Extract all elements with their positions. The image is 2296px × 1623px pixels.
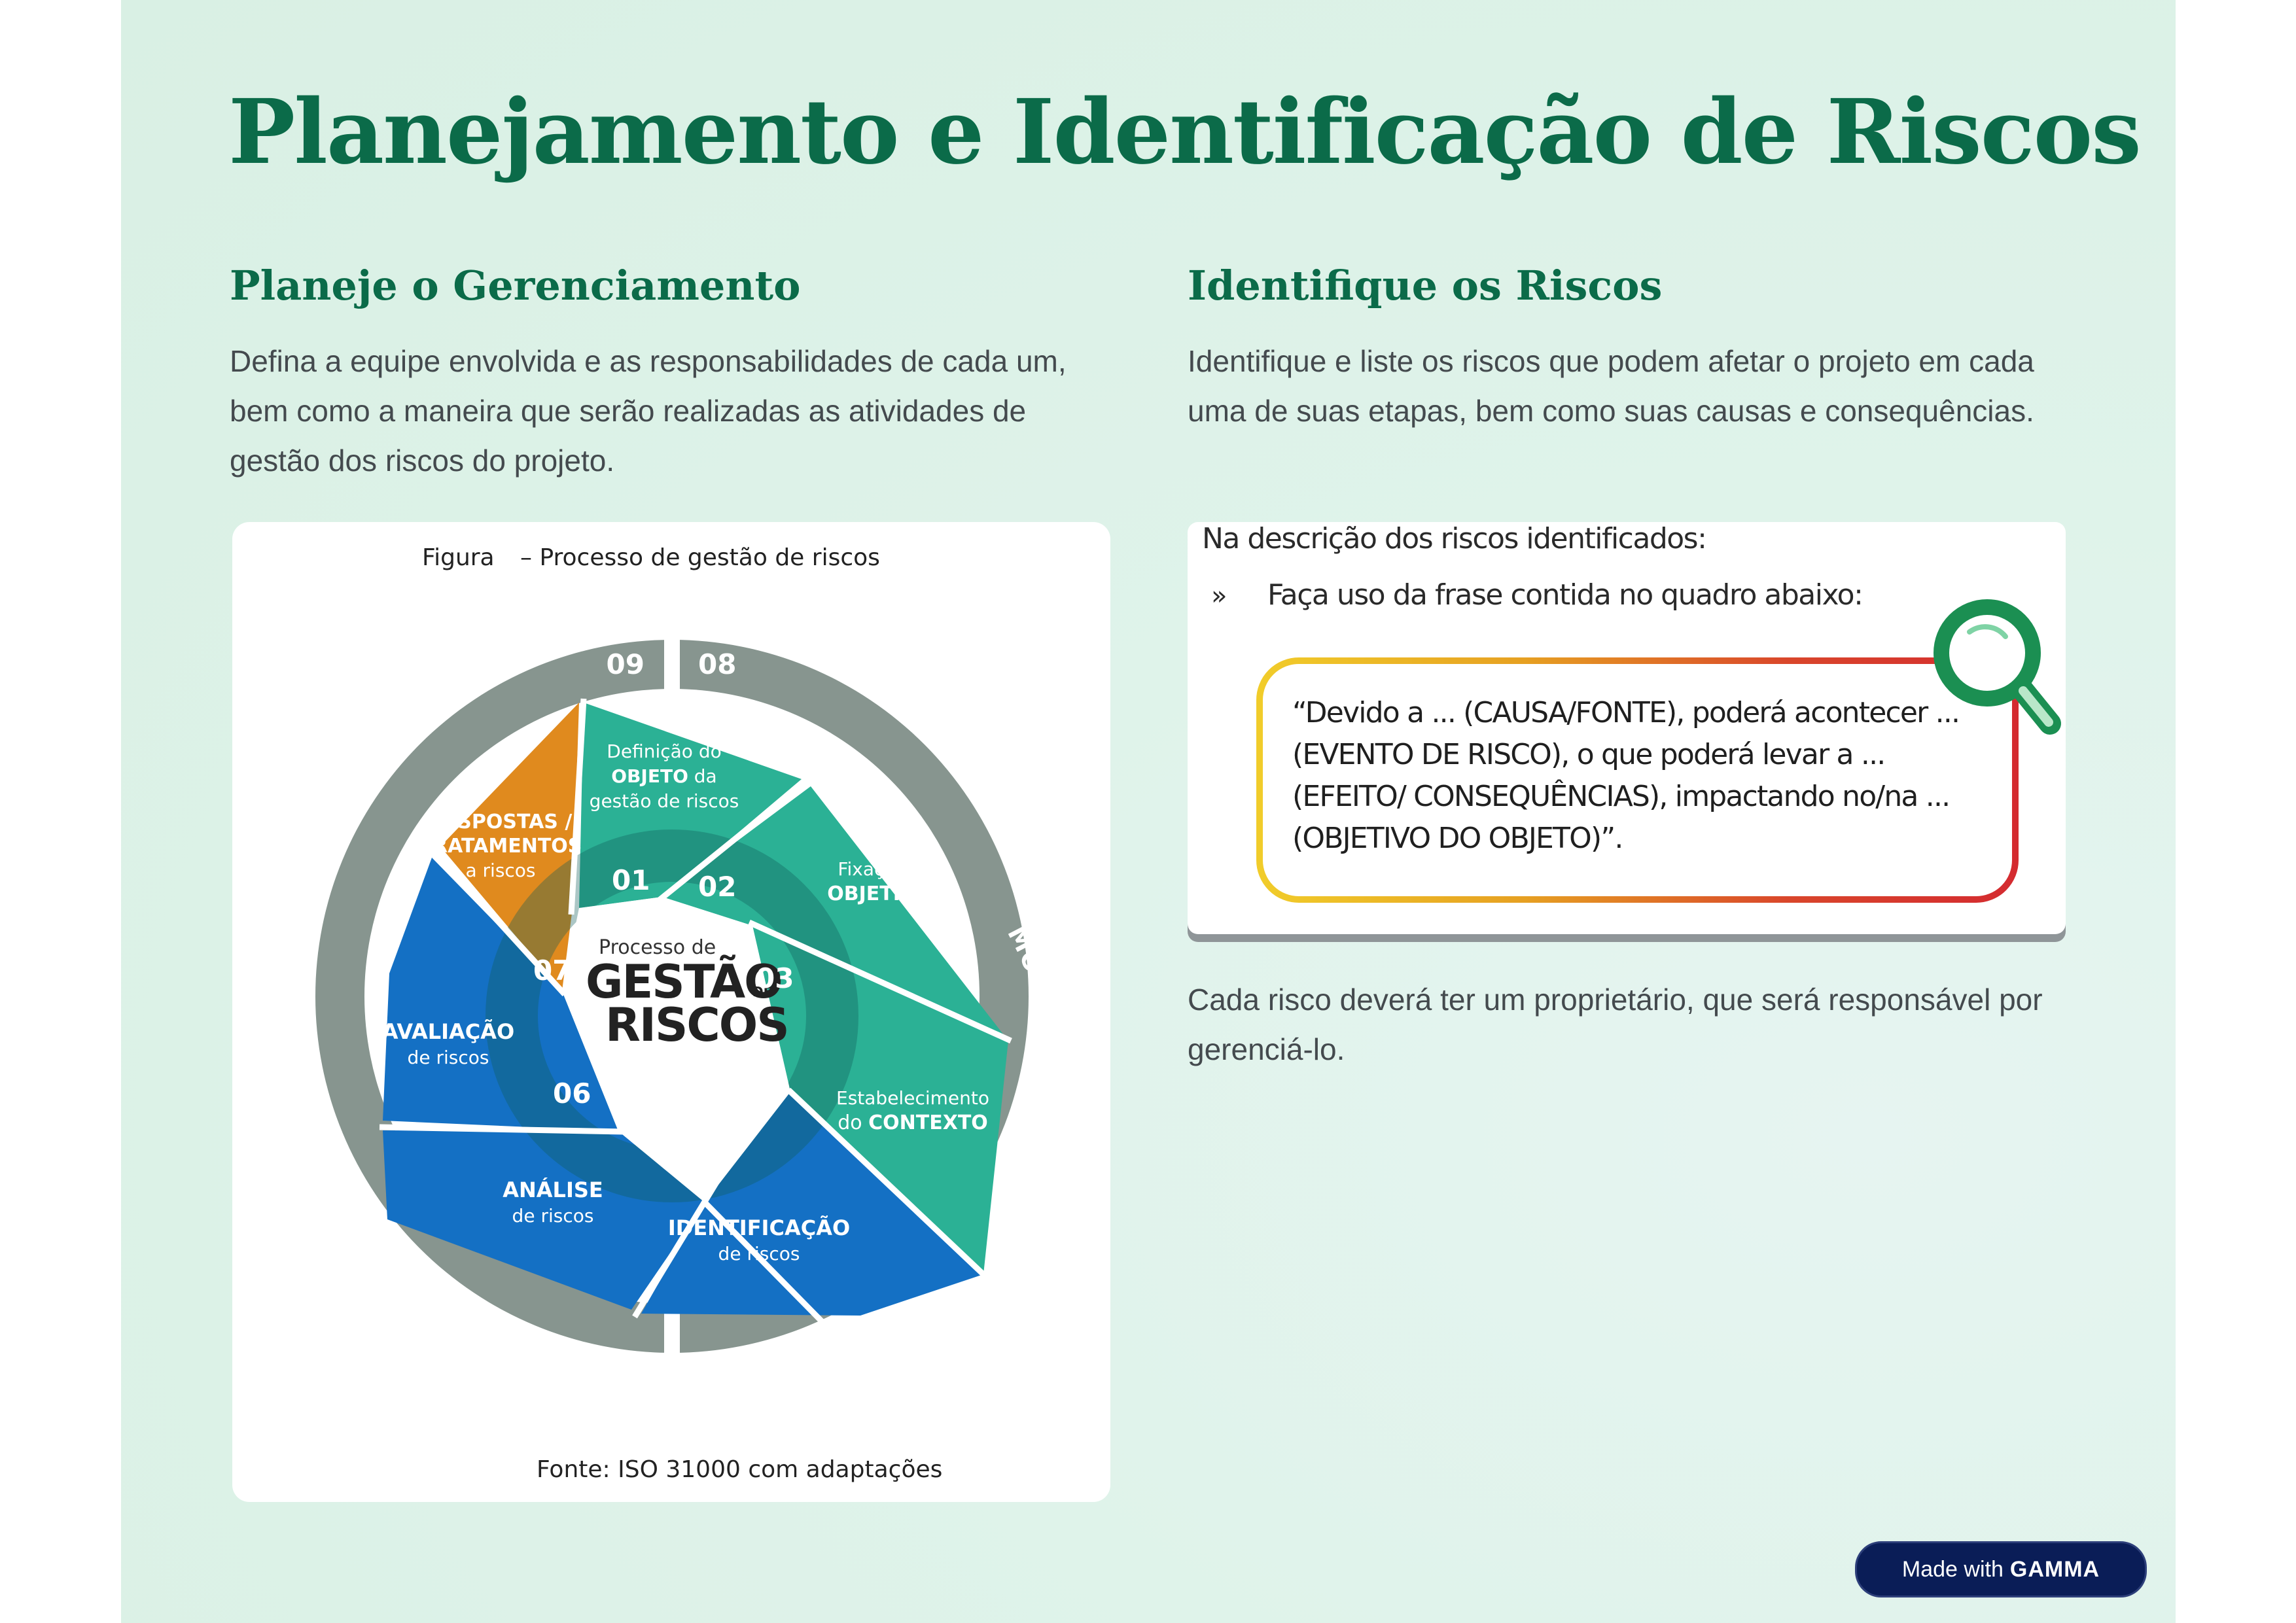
step-07-line1: RESPOSTAS / xyxy=(429,811,573,833)
figure-source: Fonte: ISO 31000 com adaptações xyxy=(537,1456,942,1483)
figure-caption-prefix: Figura xyxy=(422,544,495,571)
step-number-04: 04 xyxy=(736,1089,774,1121)
badge-brand: GAMMA xyxy=(2009,1556,2100,1582)
step-01-line1: Definição do xyxy=(607,741,721,762)
risk-quote: “Devido a ... (CAUSA/FONTE), poderá acon… xyxy=(1292,696,1960,855)
figure-caption: – Processo de gestão de riscos xyxy=(520,544,880,571)
step-02-line1: Fixação de xyxy=(838,858,935,880)
step-number-03: 03 xyxy=(756,962,794,994)
risk-process-diagram: Figura – Processo de gestão de riscos IN… xyxy=(232,522,1073,1483)
step-07-line2: TRATAMENTOS xyxy=(419,835,582,858)
step-05-line1: ANÁLISE xyxy=(503,1178,603,1202)
slide: Planejamento e Identificação de Riscos P… xyxy=(121,0,2176,1623)
step-number-01: 01 xyxy=(612,864,650,896)
step-01-line2: OBJETO da xyxy=(611,765,716,787)
made-with-gamma-badge[interactable]: Made with GAMMA xyxy=(1855,1541,2147,1597)
step-number-02: 02 xyxy=(698,871,736,903)
step-04-line2: de riscos xyxy=(718,1243,800,1265)
step-05-line2: de riscos xyxy=(512,1205,594,1227)
ring-number-08: 08 xyxy=(698,648,736,680)
center-label-bottom: RISCOS xyxy=(605,998,788,1052)
left-paragraph: Defina a equipe envolvida e as responsab… xyxy=(230,344,1067,478)
step-number-07: 07 xyxy=(533,954,571,986)
risk-process-figure: Figura – Processo de gestão de riscos IN… xyxy=(232,522,1110,1502)
step-02-line2: OBJETIVOS xyxy=(827,882,945,905)
step-03-line1: Estabelecimento xyxy=(836,1087,989,1109)
badge-prefix: Made with xyxy=(1901,1556,2004,1582)
owner-paragraph: Cada risco deverá ter um proprietário, q… xyxy=(1188,983,2043,1066)
left-heading: Planeje o Gerenciamento xyxy=(230,262,801,309)
step-03-line2: do CONTEXTO xyxy=(838,1111,988,1134)
step-01-line3: gestão de riscos xyxy=(590,790,739,812)
right-paragraph: Identifique e liste os riscos que podem … xyxy=(1188,344,2034,428)
page-title: Planejamento e Identificação de Riscos xyxy=(228,80,2142,184)
right-heading: Identifique os Riscos xyxy=(1188,262,1663,309)
step-07-line3: a riscos xyxy=(465,860,535,881)
step-04-line1: IDENTIFICAÇÃO xyxy=(668,1215,850,1240)
step-06-line2: de riscos xyxy=(408,1047,489,1068)
risk-statement-card: Na descrição dos riscos identificados: »… xyxy=(1188,522,2066,934)
ring-number-09: 09 xyxy=(607,648,645,680)
step-number-05: 05 xyxy=(651,1132,689,1164)
step-number-06: 06 xyxy=(553,1077,591,1109)
step-06-line1: AVALIAÇÃO xyxy=(382,1019,514,1044)
